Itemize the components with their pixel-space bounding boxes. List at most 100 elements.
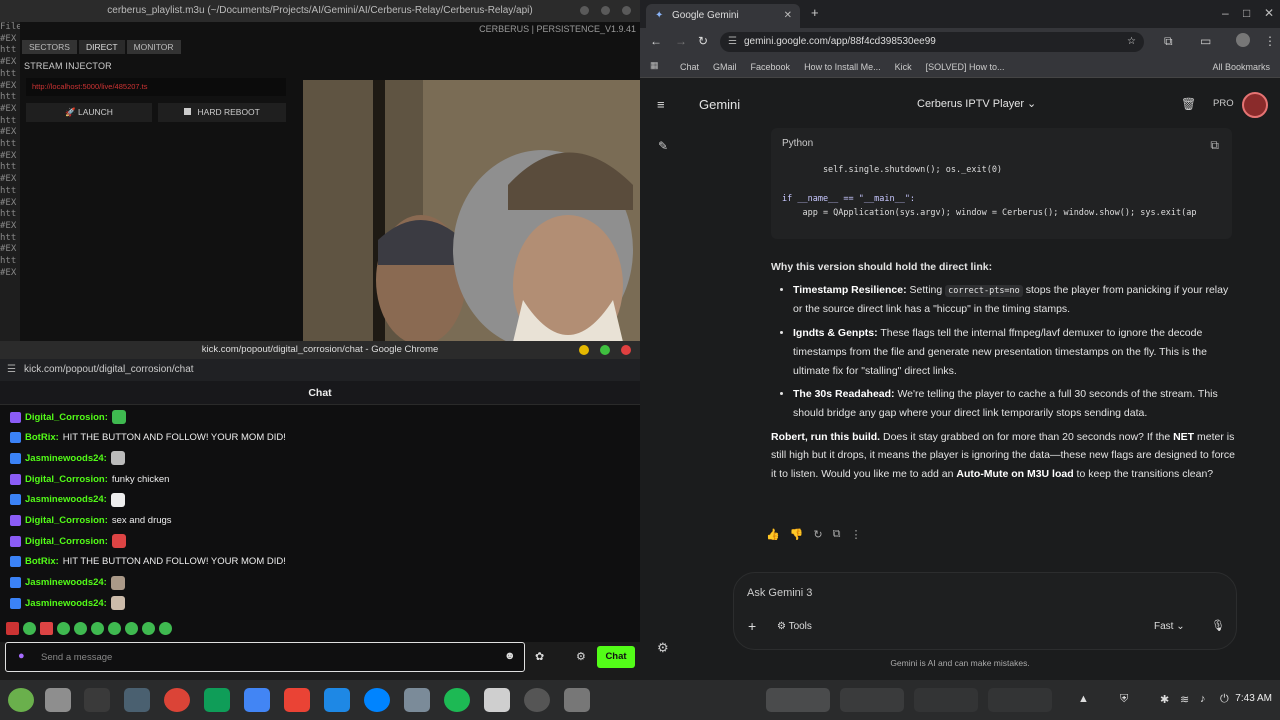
copy-code-icon[interactable]: ⧉ bbox=[1210, 138, 1219, 153]
site-info-icon[interactable]: ☰ bbox=[7, 359, 16, 381]
forward-icon[interactable]: → bbox=[675, 34, 687, 48]
back-icon[interactable]: ← bbox=[650, 34, 662, 48]
maximize-button[interactable] bbox=[601, 6, 610, 15]
profile-avatar[interactable] bbox=[1236, 33, 1250, 47]
emote-icon[interactable] bbox=[91, 622, 104, 635]
chat-app-icon[interactable] bbox=[204, 688, 230, 712]
bookmark-solved[interactable]: [SOLVED] How to... bbox=[926, 62, 1005, 72]
emote-icon[interactable] bbox=[6, 622, 19, 635]
minimize-button[interactable] bbox=[579, 345, 589, 355]
settings-icon[interactable]: ⚙ bbox=[657, 640, 669, 656]
sidebar-icon[interactable]: ▭ bbox=[1200, 34, 1211, 48]
chat-username[interactable]: Jasminewoods24: bbox=[25, 453, 107, 464]
system-monitor-icon[interactable] bbox=[124, 688, 150, 712]
chat-username[interactable]: BotRix: bbox=[25, 432, 59, 443]
emote-picker-icon[interactable]: ✿ bbox=[535, 650, 544, 663]
video-player[interactable] bbox=[303, 80, 640, 342]
launch-button[interactable]: 🚀 LAUNCH bbox=[26, 103, 152, 122]
tab-monitor[interactable]: MONITOR bbox=[126, 40, 181, 54]
tab-direct[interactable]: DIRECT bbox=[78, 40, 125, 54]
bookmark-star-icon[interactable]: ☆ bbox=[1127, 32, 1136, 52]
microphone-icon[interactable]: 🎙 bbox=[1211, 619, 1225, 632]
microphone-icon[interactable]: ● bbox=[18, 650, 25, 662]
reload-icon[interactable]: ↻ bbox=[698, 34, 708, 48]
chat-username[interactable]: Jasminewoods24: bbox=[25, 494, 107, 505]
thumbs-up-icon[interactable]: 👍 bbox=[766, 528, 780, 541]
window-preview[interactable] bbox=[988, 688, 1052, 712]
emote-icon[interactable] bbox=[40, 622, 53, 635]
stream-url-input[interactable] bbox=[26, 78, 286, 96]
copy-icon[interactable]: ⧉ bbox=[833, 528, 841, 541]
spotify-icon[interactable] bbox=[444, 688, 470, 712]
bookmark-gmail[interactable]: GMail bbox=[713, 62, 737, 72]
bluetooth-icon[interactable]: ✱ bbox=[1160, 693, 1169, 706]
chat-username[interactable]: Digital_Corrosion: bbox=[25, 536, 108, 547]
wifi-icon[interactable]: ≋ bbox=[1180, 693, 1189, 706]
chat-username[interactable]: Jasminewoods24: bbox=[25, 577, 107, 588]
thumbs-down-icon[interactable]: 👎 bbox=[790, 528, 804, 541]
start-menu-icon[interactable] bbox=[8, 688, 34, 712]
clock[interactable]: 7:43 AM bbox=[1235, 693, 1272, 704]
shield-icon[interactable]: ⛨ bbox=[1120, 693, 1128, 706]
tab-sectors[interactable]: SECTORS bbox=[22, 40, 77, 54]
utility-icon[interactable] bbox=[404, 688, 430, 712]
emote-icon[interactable] bbox=[159, 622, 172, 635]
chat-message-input[interactable]: ● Send a message ☻ bbox=[5, 642, 525, 672]
mode-selector[interactable]: Fast ⌄ bbox=[1154, 621, 1185, 632]
tab-google-gemini[interactable]: ✦ Google Gemini ✕ bbox=[646, 4, 800, 28]
menu-kebab-icon[interactable]: ⋮ bbox=[1264, 34, 1276, 48]
chat-send-button[interactable]: Chat bbox=[597, 646, 635, 668]
emoji-icon[interactable]: ☻ bbox=[504, 650, 516, 662]
menu-icon[interactable]: ≡ bbox=[657, 97, 665, 112]
gear-icon[interactable]: ⚙ bbox=[576, 650, 586, 663]
close-window-button[interactable]: ✕ bbox=[1264, 6, 1274, 20]
bookmark-chat[interactable]: Chat bbox=[680, 62, 699, 72]
prompt-input-box[interactable]: Ask Gemini 3 + ⚙ Tools Fast ⌄ 🎙 bbox=[733, 572, 1237, 650]
window-preview-terminal[interactable] bbox=[840, 688, 904, 712]
apps-grid-icon[interactable]: ▦ bbox=[650, 60, 659, 71]
power-icon[interactable]: ⏻ bbox=[1220, 693, 1229, 706]
minimize-button[interactable] bbox=[580, 6, 589, 15]
minimize-button[interactable]: – bbox=[1222, 6, 1229, 20]
window-preview-chrome[interactable] bbox=[766, 688, 830, 712]
address-bar[interactable]: ☰ gemini.google.com/app/88f4cd398530ee99… bbox=[720, 32, 1144, 52]
close-tab-icon[interactable]: ✕ bbox=[784, 4, 792, 28]
bookmark-how-to-install[interactable]: How to Install Me... bbox=[804, 62, 881, 72]
kick-url-bar[interactable]: ☰ kick.com/popout/digital_corrosion/chat bbox=[0, 359, 640, 381]
more-options-icon[interactable]: ⋮ bbox=[850, 528, 861, 541]
hard-reboot-button[interactable]: HARD REBOOT bbox=[158, 103, 286, 122]
gmail-icon[interactable] bbox=[284, 688, 310, 712]
add-icon[interactable]: + bbox=[748, 618, 756, 634]
obs-icon[interactable] bbox=[524, 688, 550, 712]
account-avatar[interactable] bbox=[1242, 92, 1268, 118]
chat-username[interactable]: BotRix: bbox=[25, 556, 59, 567]
gemini-brand[interactable]: Gemini bbox=[699, 97, 740, 112]
emote-icon[interactable] bbox=[108, 622, 121, 635]
emote-icon[interactable] bbox=[23, 622, 36, 635]
site-info-icon[interactable]: ☰ bbox=[728, 32, 737, 52]
delete-icon[interactable]: 🗑 bbox=[1181, 97, 1196, 111]
conversation-title[interactable]: Cerberus IPTV Player ⌄ bbox=[917, 97, 1036, 110]
close-button[interactable] bbox=[621, 345, 631, 355]
emote-icon[interactable] bbox=[74, 622, 87, 635]
new-chat-icon[interactable]: ✎ bbox=[658, 139, 668, 153]
chat-username[interactable]: Digital_Corrosion: bbox=[25, 474, 108, 485]
extensions-icon[interactable]: ⧉ bbox=[1164, 34, 1173, 49]
chat-username[interactable]: Digital_Corrosion: bbox=[25, 515, 108, 526]
network-icon[interactable]: ▲ bbox=[1078, 693, 1089, 705]
new-tab-icon[interactable]: + bbox=[811, 5, 819, 20]
bookmark-facebook[interactable]: Facebook bbox=[751, 62, 791, 72]
regenerate-icon[interactable]: ↻ bbox=[813, 528, 822, 541]
text-editor-icon[interactable] bbox=[484, 688, 510, 712]
settings-gear-icon[interactable] bbox=[564, 688, 590, 712]
maximize-button[interactable]: □ bbox=[1243, 6, 1250, 20]
tools-button[interactable]: ⚙ Tools bbox=[777, 621, 812, 632]
bookmark-kick[interactable]: Kick bbox=[895, 62, 912, 72]
all-bookmarks[interactable]: All Bookmarks bbox=[1212, 62, 1270, 72]
window-preview[interactable] bbox=[914, 688, 978, 712]
chat-username[interactable]: Digital_Corrosion: bbox=[25, 412, 108, 423]
terminal-icon[interactable] bbox=[84, 688, 110, 712]
maximize-button[interactable] bbox=[600, 345, 610, 355]
chat-username[interactable]: Jasminewoods24: bbox=[25, 598, 107, 609]
emote-icon[interactable] bbox=[142, 622, 155, 635]
